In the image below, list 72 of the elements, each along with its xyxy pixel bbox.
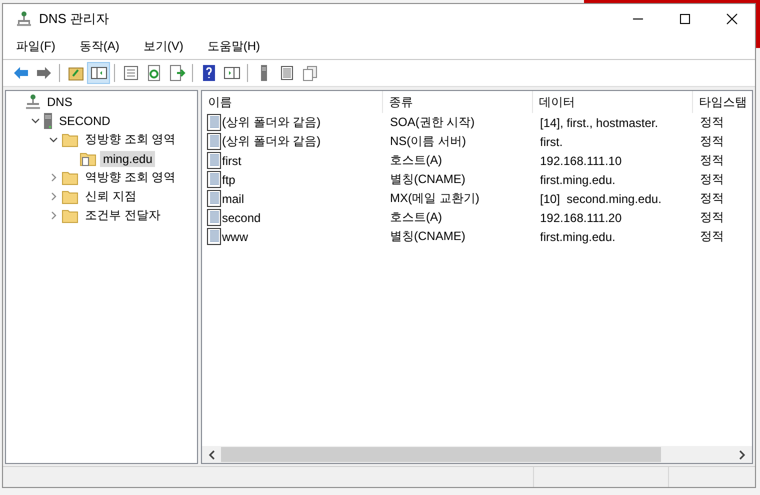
server-icon: [260, 64, 266, 82]
table-cell-text: [10] second.ming.edu.: [539, 192, 662, 206]
table-cell[interactable]: (상위 폴더와 같음): [222, 133, 321, 150]
table-cell[interactable]: (상위 폴더와 같음): [222, 114, 321, 131]
table-cell-text: 별칭(CNAME): [389, 228, 466, 245]
horizontal-scrollbar[interactable]: [202, 446, 752, 463]
column-header[interactable]: 데이터: [533, 91, 693, 113]
folder-icon: [62, 190, 78, 204]
tree-item[interactable]: 역방향 조회 영역: [82, 168, 179, 187]
copy-icon: [300, 64, 318, 82]
network-icon: [17, 10, 31, 26]
column-header[interactable]: 이름: [202, 91, 383, 113]
chevron-down-icon[interactable]: [48, 135, 58, 144]
table-cell-text: 호스트(A): [389, 209, 443, 226]
menu-item[interactable]: 파일(F): [9, 36, 62, 56]
folder-document-icon: [80, 152, 96, 166]
table-cell[interactable]: second: [222, 210, 261, 224]
folder-icon: [62, 170, 78, 184]
table-cell-text: SOA(권한 시작): [389, 114, 476, 131]
table-cell-text: [14], first., hostmaster.: [539, 116, 660, 130]
record-icon: [207, 171, 221, 188]
tree-item[interactable]: DNS: [44, 94, 76, 110]
table-cell[interactable]: www: [222, 230, 248, 244]
record-icon: [207, 209, 221, 226]
window-title: DNS 관리자: [39, 10, 110, 28]
table-cell[interactable]: ftp: [222, 172, 236, 186]
tree-item[interactable]: 정방향 조회 영역: [82, 130, 179, 149]
table-cell-text: 정적: [699, 228, 725, 245]
table-cell-text: first.ming.edu.: [539, 172, 616, 186]
table-cell-text: 정적: [699, 152, 725, 169]
chevron-left-icon[interactable]: [208, 450, 216, 460]
record-icon: [207, 152, 221, 169]
table-cell-text: 정적: [699, 171, 725, 188]
table-cell-text: first.: [539, 134, 564, 148]
tree-item[interactable]: 조건부 전달자: [82, 206, 164, 225]
table-cell-text: 호스트(A): [389, 152, 443, 169]
server-icon: [44, 112, 52, 128]
properties-icon: [122, 64, 140, 82]
record-icon: [207, 114, 221, 131]
column-header[interactable]: 종류: [383, 91, 533, 113]
forward-icon: [34, 64, 52, 82]
table-cell-text: MX(메일 교환기): [389, 190, 480, 207]
export-icon: [168, 64, 186, 82]
table-cell[interactable]: mail: [222, 192, 244, 206]
maximize-icon: [678, 12, 690, 24]
table-cell-text: first.ming.edu.: [539, 230, 616, 244]
folder-icon: [62, 208, 78, 222]
chevron-right-icon[interactable]: [738, 450, 746, 460]
column-header[interactable]: 타임스탬: [693, 91, 752, 113]
table-cell-text: 정적: [699, 114, 725, 131]
record-icon: [207, 190, 221, 207]
tree-item[interactable]: 신뢰 지점: [82, 187, 140, 206]
folder-icon: [62, 132, 78, 146]
table-cell-text: 정적: [699, 209, 725, 226]
close-icon: [726, 12, 738, 24]
menu-item[interactable]: 보기(V): [136, 36, 190, 56]
record-icon: [207, 228, 221, 245]
menu-item[interactable]: 도움말(H): [200, 36, 267, 56]
menu-item[interactable]: 동작(A): [72, 36, 126, 56]
table-cell[interactable]: first: [222, 154, 242, 168]
tree-item[interactable]: ming.edu: [100, 150, 156, 166]
scrollbar-thumb[interactable]: [221, 447, 662, 462]
table-cell-text: 192.168.111.10: [539, 154, 623, 168]
tree-item[interactable]: SECOND: [56, 112, 114, 128]
table-cell-text: 정적: [699, 133, 725, 150]
table-cell-text: 192.168.111.20: [539, 210, 623, 224]
network-icon: [26, 94, 40, 110]
table-cell-text: 별칭(CNAME): [389, 171, 466, 188]
record-icon: [207, 133, 221, 150]
table-cell-text: 정적: [699, 190, 725, 207]
table-cell-text: NS(이름 서버): [389, 133, 467, 150]
chevron-down-icon[interactable]: [30, 116, 40, 125]
